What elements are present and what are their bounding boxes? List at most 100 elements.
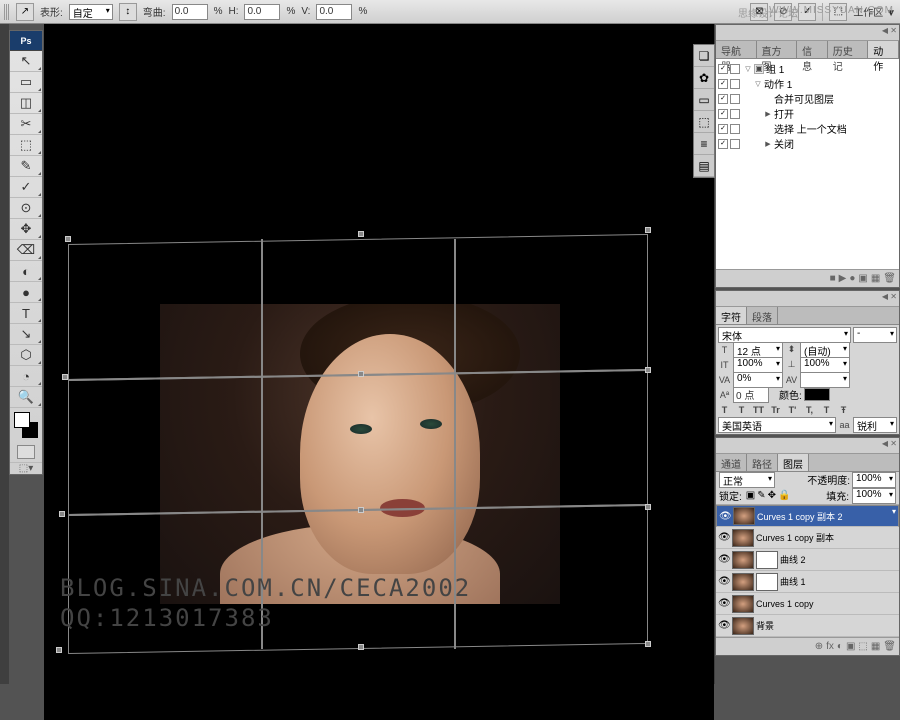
- blendmode-select[interactable]: 正常: [719, 472, 775, 488]
- layer-thumb[interactable]: [733, 507, 755, 525]
- tool-0[interactable]: ↖: [10, 51, 42, 72]
- layer-row[interactable]: 👁 背景: [716, 615, 899, 637]
- check-icon[interactable]: ✓: [718, 124, 728, 134]
- textcolor-swatch[interactable]: [804, 388, 830, 401]
- visibility-icon[interactable]: 👁: [718, 554, 730, 565]
- dialog-icon[interactable]: [730, 64, 740, 74]
- dialog-icon[interactable]: [730, 109, 740, 119]
- footer-button[interactable]: ▦: [871, 641, 880, 652]
- action-row[interactable]: ✓▶打开: [718, 106, 897, 121]
- grip[interactable]: [4, 4, 10, 20]
- layer-row[interactable]: 👁 曲线 2: [716, 549, 899, 571]
- textstyle-button[interactable]: T,: [803, 403, 816, 416]
- layer-name[interactable]: Curves 1 copy 副本: [756, 531, 897, 544]
- lock-button[interactable]: 🔒: [778, 490, 790, 501]
- footer-button[interactable]: ▣: [858, 273, 867, 284]
- layer-name[interactable]: 曲线 1: [780, 575, 897, 588]
- visibility-icon[interactable]: 👁: [719, 511, 731, 522]
- layer-thumb[interactable]: [732, 551, 754, 569]
- fill-input[interactable]: 100%: [852, 488, 896, 504]
- visibility-icon[interactable]: 👁: [718, 620, 730, 631]
- footer-button[interactable]: ▦: [871, 273, 880, 284]
- layer-name[interactable]: 曲线 2: [780, 553, 897, 566]
- mask-thumb[interactable]: [756, 551, 778, 569]
- footer-button[interactable]: 🗑: [883, 641, 896, 652]
- textstyle-button[interactable]: TT: [752, 403, 765, 416]
- visibility-icon[interactable]: 👁: [718, 598, 730, 609]
- tab-信息[interactable]: 信息: [797, 41, 828, 58]
- footer-button[interactable]: ⬚: [858, 641, 867, 652]
- tool-13[interactable]: ↘: [10, 324, 42, 345]
- panel-header[interactable]: [716, 438, 899, 454]
- tool-3[interactable]: ✂: [10, 114, 42, 135]
- expand-icon[interactable]: ▶: [764, 110, 772, 118]
- transform-handle[interactable]: [65, 236, 71, 242]
- ps-logo[interactable]: Ps: [10, 31, 42, 51]
- vscale-input[interactable]: 100%: [733, 357, 783, 373]
- transform-handle[interactable]: [645, 641, 651, 647]
- dialog-icon[interactable]: [730, 124, 740, 134]
- layer-row[interactable]: 👁 Curves 1 copy: [716, 593, 899, 615]
- transform-handle[interactable]: [645, 367, 651, 373]
- tracking-select[interactable]: 0%: [733, 372, 783, 388]
- textstyle-button[interactable]: T': [786, 403, 799, 416]
- transform-handle[interactable]: [645, 227, 651, 233]
- visibility-icon[interactable]: 👁: [718, 532, 730, 543]
- layer-row[interactable]: 👁曲线 1: [716, 571, 899, 593]
- h-input[interactable]: [244, 4, 280, 20]
- footer-button[interactable]: ⊕: [815, 641, 823, 652]
- check-icon[interactable]: ✓: [718, 94, 728, 104]
- tab-图层[interactable]: 图层: [778, 454, 809, 471]
- tab-历史记[interactable]: 历史记: [828, 41, 869, 58]
- footer-button[interactable]: 🗑: [883, 273, 896, 284]
- tool-8[interactable]: ✥: [10, 219, 42, 240]
- collapsed-panel-icon[interactable]: ≡: [694, 133, 714, 155]
- transform-handle[interactable]: [56, 647, 62, 653]
- dialog-icon[interactable]: [730, 79, 740, 89]
- language-select[interactable]: 美国英语: [718, 417, 836, 433]
- canvas-area[interactable]: BLOG.SINA.COM.CN/CECA2002 QQ:1213017383: [44, 24, 714, 720]
- tab-通道[interactable]: 通道: [716, 454, 747, 471]
- check-icon[interactable]: ✓: [718, 64, 728, 74]
- transform-handle[interactable]: [358, 644, 364, 650]
- footer-button[interactable]: ▣: [846, 641, 855, 652]
- transform-handle[interactable]: [62, 374, 68, 380]
- tab-段落[interactable]: 段落: [747, 307, 778, 324]
- leading-select[interactable]: (自动): [800, 342, 850, 358]
- tool-1[interactable]: ▭: [10, 72, 42, 93]
- tool-6[interactable]: ✓: [10, 177, 42, 198]
- tool-2[interactable]: ◫: [10, 93, 42, 114]
- tool-16[interactable]: 🔍: [10, 387, 42, 408]
- collapsed-panel-icon[interactable]: ⬚: [694, 111, 714, 133]
- bend-input[interactable]: [172, 4, 208, 20]
- layer-thumb[interactable]: [732, 529, 754, 547]
- check-icon[interactable]: ✓: [718, 139, 728, 149]
- layer-thumb[interactable]: [732, 595, 754, 613]
- baseline-input[interactable]: [733, 387, 769, 403]
- panel-header[interactable]: [716, 291, 899, 307]
- lock-button[interactable]: ✎: [757, 490, 765, 501]
- tool-10[interactable]: ◐: [10, 261, 42, 282]
- footer-button[interactable]: ◐: [837, 641, 843, 652]
- tool-14[interactable]: ⬡: [10, 345, 42, 366]
- textstyle-button[interactable]: Ŧ: [837, 403, 850, 416]
- tab-直方图[interactable]: 直方图: [757, 41, 798, 58]
- tool-5[interactable]: ✎: [10, 156, 42, 177]
- dialog-icon[interactable]: [730, 139, 740, 149]
- textstyle-button[interactable]: Tr: [769, 403, 782, 416]
- layer-name[interactable]: Curves 1 copy: [756, 599, 897, 609]
- shape-select[interactable]: 自定: [69, 4, 113, 20]
- transform-handle[interactable]: [358, 507, 364, 513]
- quickmask-toggle[interactable]: [10, 442, 42, 462]
- footer-button[interactable]: ▶: [839, 273, 847, 284]
- tool-12[interactable]: T: [10, 303, 42, 324]
- antialias-select[interactable]: 锐利: [853, 417, 897, 433]
- textstyle-button[interactable]: T: [718, 403, 731, 416]
- layer-thumb[interactable]: [732, 573, 754, 591]
- layer-name[interactable]: 背景: [756, 619, 897, 632]
- collapsed-panel-icon[interactable]: ✿: [694, 67, 714, 89]
- tool-11[interactable]: ●: [10, 282, 42, 303]
- tool-7[interactable]: ⊙: [10, 198, 42, 219]
- tab-路径[interactable]: 路径: [747, 454, 778, 471]
- transform-handle[interactable]: [59, 511, 65, 517]
